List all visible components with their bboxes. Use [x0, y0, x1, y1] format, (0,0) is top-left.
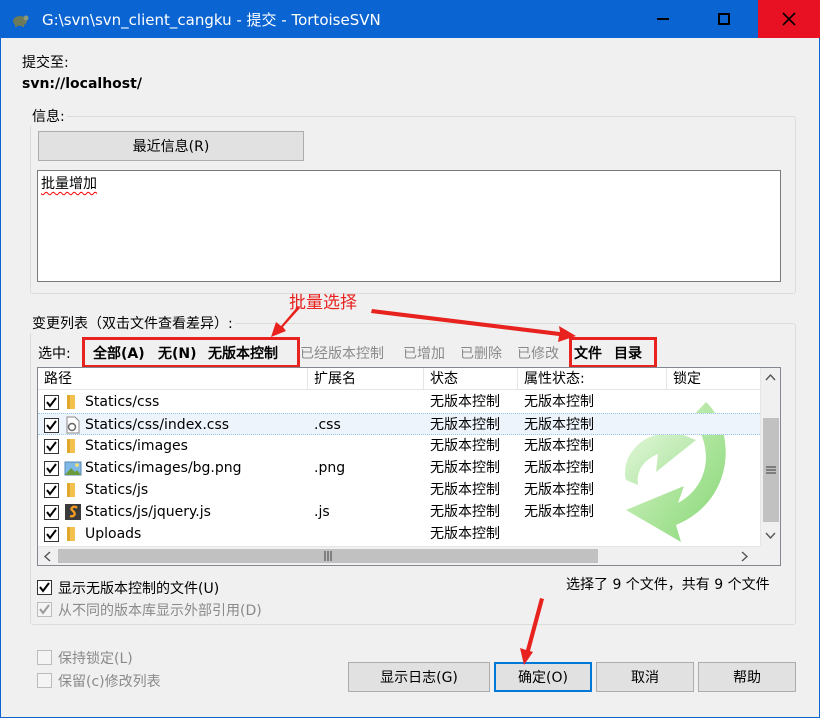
vertical-scroll-thumb[interactable]	[763, 418, 779, 522]
table-row[interactable]: Statics/css/index.css .css 无版本控制 无版本控制	[38, 413, 760, 435]
row-path: Uploads	[85, 526, 142, 542]
message-group-label: 信息:	[30, 106, 67, 126]
scroll-up-icon[interactable]	[765, 373, 776, 381]
row-prop-status: 无版本控制	[524, 394, 594, 410]
css-file-icon	[66, 416, 80, 434]
row-path: Statics/images	[85, 438, 188, 454]
annotation-box-right	[569, 337, 657, 368]
show-log-button[interactable]: 显示日志(G)	[348, 662, 490, 692]
row-ext: .js	[314, 504, 330, 520]
scroll-left-icon[interactable]	[43, 551, 51, 562]
keep-changelist-label: 保留(c)修改列表	[58, 674, 161, 690]
row-checkbox[interactable]	[44, 461, 59, 476]
image-file-icon	[64, 461, 82, 476]
row-status: 无版本控制	[430, 504, 500, 520]
annotation-label: 批量选择	[289, 293, 357, 313]
row-prop-status: 无版本控制	[524, 504, 594, 520]
table-row[interactable]: Uploads 无版本控制	[38, 523, 760, 545]
keep-locks-label: 保持锁定(L)	[58, 651, 133, 667]
show-externals-checkbox[interactable]	[37, 602, 52, 617]
vertical-scrollbar[interactable]	[760, 368, 780, 546]
row-path: Statics/images/bg.png	[85, 460, 242, 476]
row-status: 无版本控制	[430, 438, 500, 454]
row-path: Statics/js	[85, 482, 149, 498]
select-modified-link[interactable]: 已修改	[517, 343, 559, 363]
maximize-icon	[718, 13, 730, 25]
row-path: Statics/js/jquery.js	[85, 504, 211, 520]
show-unversioned-label: 显示无版本控制的文件(U)	[58, 581, 220, 597]
row-path: Statics/css	[85, 394, 160, 410]
column-status[interactable]: 状态	[424, 368, 518, 390]
commit-url: svn://localhost/	[22, 76, 142, 92]
commit-message-text: 批量增加	[41, 176, 97, 192]
window-title: G:\svn\svn_client_cangku - 提交 - Tortoise…	[42, 11, 381, 29]
list-header: 路径 扩展名 状态 属性状态: 锁定	[38, 368, 760, 390]
column-prop-status[interactable]: 属性状态:	[518, 368, 667, 390]
scroll-right-icon[interactable]	[741, 551, 749, 562]
folder-icon	[67, 483, 75, 497]
row-path: Statics/css/index.css	[85, 417, 230, 433]
maximize-button[interactable]	[697, 0, 751, 38]
row-ext: .png	[314, 460, 346, 476]
table-row[interactable]: Statics/images 无版本控制 无版本控制	[38, 435, 760, 457]
grip-icon	[324, 551, 332, 561]
table-row[interactable]: Statics/js/jquery.js .js 无版本控制 无版本控制	[38, 501, 760, 523]
horizontal-scroll-thumb[interactable]	[58, 549, 598, 563]
annotation-box-left	[82, 337, 300, 368]
select-label: 选中:	[38, 346, 71, 362]
table-row[interactable]: Statics/js 无版本控制 无版本控制	[38, 479, 760, 501]
commit-to-label: 提交至:	[22, 55, 69, 71]
title-bar: G:\svn\svn_client_cangku - 提交 - Tortoise…	[0, 0, 820, 38]
column-lock[interactable]: 锁定	[667, 368, 760, 390]
commit-message-input[interactable]: 批量增加	[37, 170, 781, 282]
select-added-link[interactable]: 已增加	[403, 343, 445, 363]
row-ext: .css	[314, 417, 341, 433]
tortoise-icon	[13, 15, 29, 27]
column-path[interactable]: 路径	[38, 368, 308, 390]
table-row[interactable]: Statics/images/bg.png .png 无版本控制 无版本控制	[38, 457, 760, 479]
close-button[interactable]	[758, 0, 820, 38]
scroll-corner	[760, 546, 780, 565]
row-checkbox[interactable]	[44, 395, 59, 410]
row-prop-status: 无版本控制	[524, 460, 594, 476]
keep-changelist-checkbox[interactable]	[37, 673, 52, 688]
select-versioned-link[interactable]: 已经版本控制	[300, 343, 384, 363]
show-externals-label: 从不同的版本库显示外部引用(D)	[58, 603, 262, 619]
row-checkbox[interactable]	[44, 483, 59, 498]
horizontal-scrollbar[interactable]	[38, 546, 760, 565]
minimize-icon	[657, 18, 669, 20]
changes-group-label: 变更列表（双击文件查看差异）:	[30, 313, 235, 333]
column-extension[interactable]: 扩展名	[308, 368, 424, 390]
row-prop-status: 无版本控制	[524, 417, 594, 433]
table-row[interactable]: Statics/css 无版本控制 无版本控制	[38, 391, 760, 413]
ok-button[interactable]: 确定(O)	[494, 662, 592, 692]
minimize-button[interactable]	[636, 0, 690, 38]
cancel-button[interactable]: 取消	[596, 662, 694, 692]
row-status: 无版本控制	[430, 417, 500, 433]
select-deleted-link[interactable]: 已删除	[460, 343, 502, 363]
help-button[interactable]: 帮助	[698, 662, 796, 692]
folder-icon	[67, 527, 75, 541]
row-status: 无版本控制	[430, 394, 500, 410]
row-prop-status: 无版本控制	[524, 482, 594, 498]
row-checkbox[interactable]	[44, 418, 59, 433]
keep-locks-checkbox[interactable]	[37, 650, 52, 665]
folder-icon	[67, 439, 75, 453]
row-status: 无版本控制	[430, 460, 500, 476]
row-checkbox[interactable]	[44, 505, 59, 520]
show-unversioned-checkbox[interactable]	[37, 580, 52, 595]
js-file-icon	[65, 504, 81, 520]
close-icon	[782, 12, 796, 26]
row-status: 无版本控制	[430, 526, 500, 542]
row-checkbox[interactable]	[44, 527, 59, 542]
file-list[interactable]: 路径 扩展名 状态 属性状态: 锁定 Statics/css 无版本控制 无版本…	[37, 367, 781, 566]
row-status: 无版本控制	[430, 482, 500, 498]
row-prop-status: 无版本控制	[524, 438, 594, 454]
scroll-down-icon[interactable]	[765, 532, 776, 540]
recent-messages-button[interactable]: 最近信息(R)	[38, 131, 304, 161]
folder-icon	[67, 395, 75, 409]
selection-summary: 选择了 9 个文件，共有 9 个文件	[566, 577, 770, 593]
grip-icon	[766, 466, 776, 474]
row-checkbox[interactable]	[44, 439, 59, 454]
